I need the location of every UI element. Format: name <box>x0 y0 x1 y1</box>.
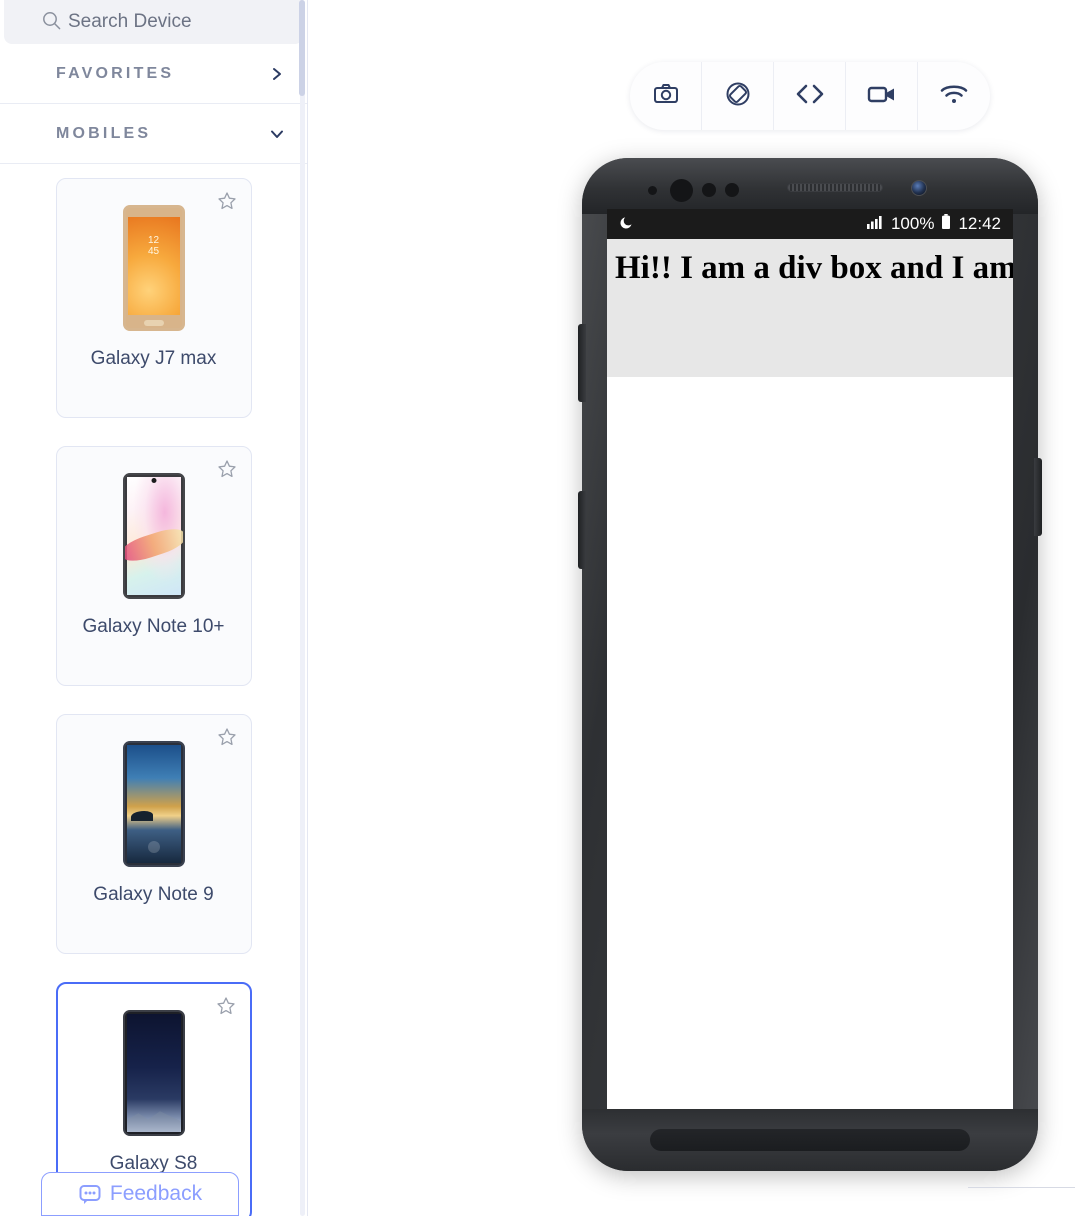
bottom-speaker-grille <box>650 1129 970 1151</box>
sensor-dot <box>648 186 657 195</box>
status-bar-right: 100% 12:42 <box>866 213 1001 235</box>
device-card-galaxy-note-9[interactable]: Galaxy Note 9 <box>55 714 252 954</box>
star-outline-icon[interactable] <box>217 727 237 747</box>
volume-up-button[interactable] <box>578 324 586 402</box>
power-button[interactable] <box>1034 458 1042 536</box>
page-div-box: Hi!! I am a div box and I am a <box>607 239 1013 377</box>
device-sidebar: FAVORITES MOBILES <box>0 0 308 1216</box>
battery-percent-label: 100% <box>890 214 935 233</box>
star-outline-icon[interactable] <box>216 996 236 1016</box>
device-thumbnail: 12 45 <box>122 205 185 331</box>
device-thumbnail <box>122 1010 185 1136</box>
camera-icon <box>651 79 681 114</box>
network-button[interactable] <box>918 62 990 130</box>
device-list: 12 45 Galaxy J7 max Galaxy Note 10+ Gala… <box>0 164 307 1216</box>
section-title-mobiles: MOBILES <box>56 124 152 142</box>
device-name: Galaxy Note 10+ <box>82 616 225 637</box>
code-brackets-icon <box>793 81 827 112</box>
proximity-sensor <box>670 179 693 202</box>
thumb-time-hour: 12 <box>147 235 160 246</box>
inspect-button[interactable] <box>774 62 846 130</box>
clock-label: 12:42 <box>958 214 1001 233</box>
dnd-moon-icon <box>619 214 635 235</box>
front-camera-icon <box>911 180 927 196</box>
chevron-right-icon[interactable] <box>269 66 285 82</box>
device-card-galaxy-note-10-plus[interactable]: Galaxy Note 10+ <box>55 446 252 686</box>
device-name: Galaxy J7 max <box>90 348 217 369</box>
device-thumbnail <box>122 741 185 867</box>
div-box-text: Hi!! I am a div box and I am a <box>615 250 1013 286</box>
search-input[interactable] <box>68 11 268 33</box>
section-title-favorites: FAVORITES <box>56 64 175 82</box>
video-camera-icon <box>866 82 898 111</box>
star-outline-icon[interactable] <box>217 191 237 211</box>
chat-bubble-icon <box>78 1182 102 1206</box>
device-name: Galaxy Note 9 <box>93 884 214 905</box>
search-bar[interactable] <box>4 0 303 44</box>
sensor-dot <box>702 183 716 197</box>
device-card-galaxy-j7-max[interactable]: 12 45 Galaxy J7 max <box>55 178 252 418</box>
feedback-button[interactable]: Feedback <box>41 1172 239 1216</box>
star-outline-icon[interactable] <box>217 459 237 479</box>
sensor-dot <box>725 183 739 197</box>
sidebar-scrollbar-track[interactable] <box>300 0 305 1216</box>
phone-top-bezel <box>582 158 1038 214</box>
signal-bars-icon <box>866 214 884 234</box>
battery-full-icon <box>941 213 951 235</box>
device-toolbar <box>630 62 990 130</box>
chevron-down-icon[interactable] <box>269 126 285 142</box>
record-button[interactable] <box>846 62 918 130</box>
sidebar-section-mobiles[interactable]: MOBILES <box>0 104 307 164</box>
app-root: FAVORITES MOBILES <box>0 0 1075 1216</box>
footer-divider <box>968 1187 1075 1188</box>
sidebar-section-favorites[interactable]: FAVORITES <box>0 44 307 104</box>
device-emulator-frame: 100% 12:42 Hi!! I am a div box and I am … <box>578 158 1042 1171</box>
earpiece-speaker <box>787 183 883 192</box>
device-thumbnail <box>122 473 185 599</box>
rotate-button[interactable] <box>702 62 774 130</box>
device-screen[interactable]: 100% 12:42 Hi!! I am a div box and I am … <box>607 209 1013 1109</box>
sidebar-scrollbar-thumb[interactable] <box>299 0 305 96</box>
search-icon <box>42 11 61 30</box>
volume-down-button[interactable] <box>578 491 586 569</box>
phone-bottom-bezel <box>582 1109 1038 1171</box>
thumb-time-min: 45 <box>147 246 160 257</box>
feedback-label: Feedback <box>109 1182 203 1205</box>
rotate-device-icon <box>723 79 753 114</box>
wifi-icon <box>939 82 969 111</box>
screenshot-button[interactable] <box>630 62 702 130</box>
status-bar: 100% 12:42 <box>607 209 1013 239</box>
